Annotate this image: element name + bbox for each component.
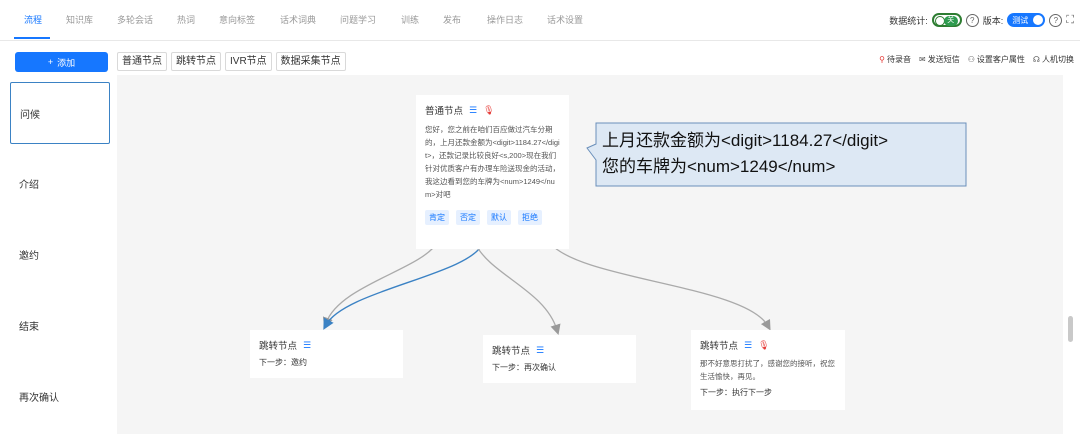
canvas-scrollbar[interactable]	[1068, 316, 1073, 342]
node-title: 跳转节点	[492, 346, 531, 357]
branch-negate[interactable]: 否定	[456, 210, 480, 225]
node-title-row: 普通节点 ☰ 🎙	[425, 103, 560, 118]
node-script-text: 您好，您之前在咱们百应做过汽车分期的，上月还款金额为<digit>1184.27…	[425, 125, 560, 199]
branch-default[interactable]: 默认	[487, 210, 511, 225]
node-title: 跳转节点	[700, 341, 739, 352]
callout-text: 上月还款金额为<digit>1184.27</digit> 您的车牌为<num>…	[602, 128, 888, 180]
jump-node-goodbye[interactable]: 跳转节点 ☰ 🎙 那不好意思打扰了，感谢您的接听，祝您生活愉快，再见。 下一步：…	[691, 330, 845, 410]
node-title-row: 跳转节点 ☰ 🎙	[700, 338, 836, 353]
callout-line-1: 上月还款金额为<digit>1184.27</digit>	[602, 131, 888, 150]
node-title-row: 跳转节点 ☰	[259, 338, 394, 353]
jump-node-invitation[interactable]: 跳转节点 ☰ 下一步：邀约	[250, 330, 403, 378]
microphone-icon[interactable]: 🎙	[758, 340, 769, 351]
node-script-text: 那不好意思打扰了，感谢您的接听，祝您生活愉快，再见。	[700, 359, 835, 381]
node-title: 普通节点	[425, 106, 464, 117]
list-icon[interactable]: ☰	[303, 340, 311, 351]
connector-default	[323, 242, 484, 330]
jump-node-reconfirm[interactable]: 跳转节点 ☰ 下一步：再次确认	[483, 335, 636, 383]
connector-reject	[549, 242, 771, 331]
connector-negate	[474, 242, 561, 335]
list-icon[interactable]: ☰	[469, 105, 477, 116]
callout-line-2: 您的车牌为<num>1249</num>	[602, 157, 836, 176]
node-next-step: 下一步：执行下一步	[700, 388, 772, 397]
connector-affirm	[322, 242, 438, 328]
branch-reject[interactable]: 拒绝	[518, 210, 542, 225]
node-next-step: 下一步：再次确认	[492, 363, 556, 372]
main-normal-node[interactable]: 普通节点 ☰ 🎙 您好，您之前在咱们百应做过汽车分期的，上月还款金额为<digi…	[416, 95, 569, 249]
list-icon[interactable]: ☰	[536, 345, 544, 356]
list-icon[interactable]: ☰	[744, 340, 752, 351]
node-next-step: 下一步：邀约	[259, 358, 307, 367]
branch-chips: 肯定 否定 默认 拒绝	[425, 210, 560, 225]
node-title: 跳转节点	[259, 341, 298, 352]
microphone-icon[interactable]: 🎙	[483, 105, 494, 116]
node-title-row: 跳转节点 ☰	[492, 343, 627, 358]
branch-affirm[interactable]: 肯定	[425, 210, 449, 225]
